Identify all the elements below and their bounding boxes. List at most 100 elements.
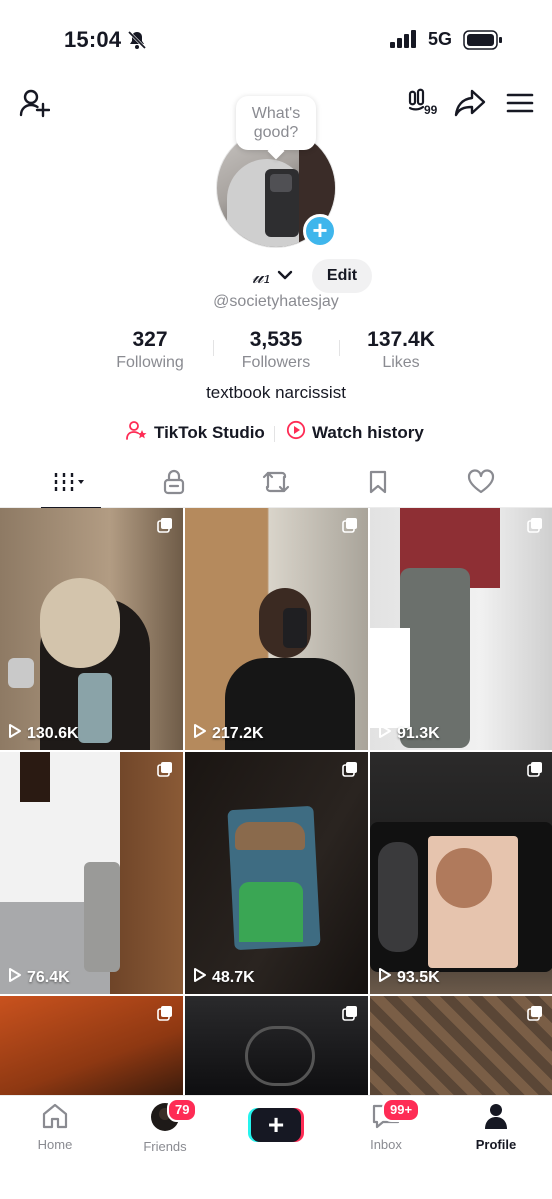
username-handle: @societyhatesjay <box>213 293 339 310</box>
view-count-text: 93.5K <box>397 968 440 986</box>
video-tile[interactable]: 130.6K <box>0 508 183 750</box>
tab-liked[interactable] <box>451 460 511 508</box>
video-tile[interactable] <box>185 996 368 1096</box>
video-tile[interactable]: 217.2K <box>185 508 368 750</box>
view-count-text: 48.7K <box>212 968 255 986</box>
video-tile[interactable] <box>370 996 552 1096</box>
account-switch-chevron-icon[interactable] <box>276 266 294 289</box>
nav-home[interactable]: Home <box>15 1102 95 1152</box>
tiktok-pay-button[interactable]: 99 <box>404 88 446 122</box>
home-icon <box>40 1103 70 1134</box>
repost-icon <box>262 469 290 500</box>
play-icon <box>378 723 397 744</box>
display-name[interactable]: 𝓊₁ <box>252 264 271 288</box>
bookmark-icon <box>367 469 389 500</box>
menu-button[interactable] <box>504 88 536 122</box>
stat-divider <box>213 340 214 356</box>
inbox-badge: 99+ <box>382 1098 421 1122</box>
nav-profile-label: Profile <box>475 1137 517 1152</box>
stat-likes[interactable]: 137.4K Likes <box>358 328 444 372</box>
video-tile[interactable]: 48.7K <box>185 752 368 994</box>
network-type: 5G <box>428 29 453 49</box>
friends-badge: 79 <box>167 1098 198 1122</box>
multi-photo-icon <box>527 761 543 777</box>
video-tile[interactable]: 91.3K <box>370 508 552 750</box>
profile-stats: 327 Following 3,535 Followers 137.4K Lik… <box>0 328 552 372</box>
multi-photo-icon <box>157 517 173 533</box>
view-count: 91.3K <box>378 723 440 744</box>
video-tile[interactable]: 93.5K <box>370 752 552 994</box>
view-count: 93.5K <box>378 967 440 988</box>
view-count: 130.6K <box>8 723 79 744</box>
tiktok-studio-label: TikTok Studio <box>154 422 265 442</box>
nav-inbox[interactable]: Inbox 99+ <box>346 1098 426 1152</box>
view-count: 76.4K <box>8 967 70 988</box>
nav-friends[interactable]: Friends 79 <box>125 1098 205 1154</box>
nav-inbox-label: Inbox <box>370 1137 402 1152</box>
profile-bio: textbook narcissist <box>206 383 346 402</box>
status-bar: 15:04 5G <box>0 0 552 80</box>
tiktok-studio-link[interactable]: TikTok Studio <box>126 420 265 445</box>
view-count: 48.7K <box>193 967 255 988</box>
view-count-text: 76.4K <box>27 968 70 986</box>
play-icon <box>8 723 27 744</box>
edit-profile-button[interactable]: Edit <box>312 259 372 293</box>
links-divider <box>274 426 275 442</box>
multi-photo-icon <box>157 761 173 777</box>
studio-person-star-icon <box>126 420 154 445</box>
tab-favorites[interactable] <box>348 460 408 508</box>
video-tile[interactable]: 76.4K <box>0 752 183 994</box>
add-user-icon <box>18 87 51 124</box>
play-icon <box>193 723 212 744</box>
stat-followers[interactable]: 3,535 Followers <box>231 328 321 372</box>
view-count-text: 91.3K <box>397 724 440 742</box>
status-note-text: What's good? <box>251 105 301 141</box>
followers-label: Followers <box>241 354 311 371</box>
add-friend-button[interactable] <box>14 88 54 122</box>
play-circle-icon <box>286 420 312 445</box>
status-note-bubble[interactable]: What's good? <box>236 96 316 150</box>
cellular-signal-icon <box>390 30 418 53</box>
watch-history-link[interactable]: Watch history <box>286 420 424 445</box>
play-icon <box>378 967 397 988</box>
following-label: Following <box>116 354 184 371</box>
name-row: 𝓊₁ Edit <box>0 258 552 294</box>
nav-profile[interactable]: Profile <box>456 1102 536 1152</box>
play-icon <box>8 967 27 988</box>
multi-photo-icon <box>527 1005 543 1021</box>
plus-icon: + <box>251 1108 301 1142</box>
pay-badge: 99 <box>424 103 438 117</box>
heart-icon <box>467 468 495 500</box>
mute-bell-icon <box>126 29 148 56</box>
profile-tabs <box>0 460 552 509</box>
profile-links: TikTok Studio Watch history <box>0 420 552 448</box>
play-icon <box>193 967 212 988</box>
multi-photo-icon <box>342 1005 358 1021</box>
create-video-button[interactable]: + <box>248 1108 304 1142</box>
video-grid-sort-icon <box>51 470 91 499</box>
multi-photo-icon <box>527 517 543 533</box>
tab-private[interactable] <box>144 460 204 508</box>
multi-photo-icon <box>342 761 358 777</box>
watch-history-label: Watch history <box>312 422 424 442</box>
tab-videos[interactable] <box>41 460 101 509</box>
view-count: 217.2K <box>193 723 264 744</box>
add-story-plus-icon[interactable]: + <box>303 214 337 248</box>
stat-divider <box>339 340 340 356</box>
multi-photo-icon <box>157 1005 173 1021</box>
share-profile-button[interactable] <box>452 88 488 122</box>
likes-label: Likes <box>382 354 420 371</box>
followers-count: 3,535 <box>249 328 303 351</box>
share-arrow-icon <box>454 88 486 123</box>
stat-following[interactable]: 327 Following <box>110 328 190 372</box>
view-count-text: 130.6K <box>27 724 79 742</box>
hamburger-icon <box>506 92 534 119</box>
lock-icon <box>162 469 186 500</box>
status-time: 15:04 <box>64 27 122 52</box>
video-tile[interactable] <box>0 996 183 1096</box>
following-count: 327 <box>132 328 168 351</box>
nav-home-label: Home <box>37 1137 73 1152</box>
tab-reposts[interactable] <box>246 460 306 508</box>
bottom-navigation: Home Friends 79 + Inbox 99+ Profile <box>0 1095 552 1199</box>
multi-photo-icon <box>342 517 358 533</box>
